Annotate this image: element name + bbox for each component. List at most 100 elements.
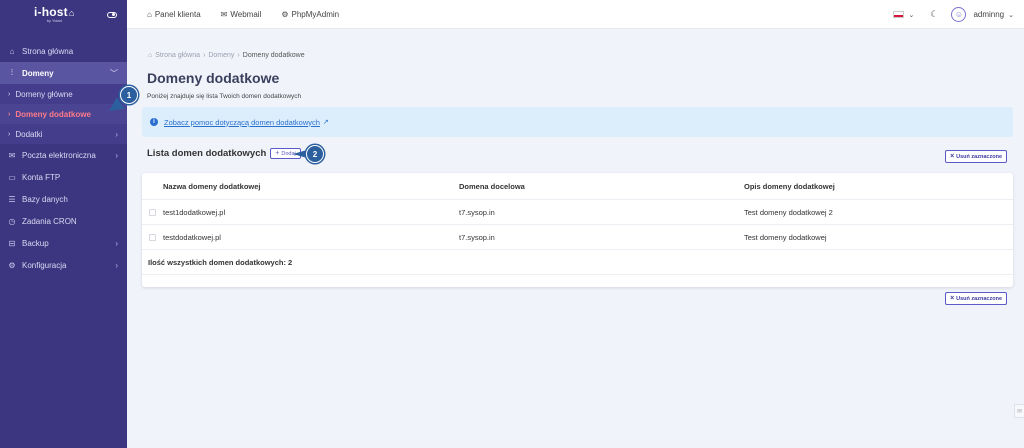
sidebar-item-configuration[interactable]: ⚙ Konfiguracja › xyxy=(0,254,127,276)
sidebar-item-label: Backup xyxy=(22,238,49,248)
delete-selected-button-top[interactable]: × Usuń zaznaczone xyxy=(945,150,1007,163)
callout-pointer xyxy=(293,150,307,158)
sidebar-toggle-icon[interactable] xyxy=(107,11,117,18)
gear-icon: ⚙ xyxy=(8,260,16,270)
sidebar-header: i-host⌂ by Yolad xyxy=(0,0,127,29)
description-cell: Test domeny dodatkowej xyxy=(744,232,827,242)
sidebar-item-label: Domeny xyxy=(22,68,54,78)
sidebar-subitem-label: Domeny dodatkowe xyxy=(15,109,91,119)
sidebar-item-label: Konta FTP xyxy=(22,172,61,182)
info-icon: i xyxy=(150,118,158,126)
delete-selected-label: Usuń zaznaczone xyxy=(956,295,1002,302)
logo[interactable]: i-host⌂ by Yolad xyxy=(34,6,75,23)
external-link-icon[interactable]: ↗ xyxy=(323,118,329,126)
clock-icon: ◷ xyxy=(8,216,16,226)
domain-name-cell[interactable]: test1dodatkowej.pl xyxy=(163,208,225,217)
row-checkbox[interactable] xyxy=(149,233,156,241)
sidebar-item-databases[interactable]: ☰ Bazy danych xyxy=(0,188,127,210)
sidebar-item-domains[interactable]: ⫶ Domeny ﹀ xyxy=(0,62,127,84)
database-icon: ☰ xyxy=(8,194,16,204)
sidebar-item-label: Poczta elektroniczna xyxy=(22,150,96,160)
user-name[interactable]: adminng xyxy=(973,10,1004,19)
help-info-box: i Zobacz pomoc dotyczącą domen dodatkowy… xyxy=(142,107,1013,137)
topbar-link-label: Panel klienta xyxy=(154,9,201,19)
page-title: Domeny dodatkowe xyxy=(147,70,280,86)
chevron-down-icon[interactable]: ⌄ xyxy=(908,11,914,19)
close-icon: × xyxy=(950,153,955,160)
bullet-icon: › xyxy=(8,130,11,138)
table-row[interactable]: testdodatkowej.pl t7.sysop.in Test domen… xyxy=(142,225,1013,250)
target-domain-cell: t7.sysop.in xyxy=(459,232,495,242)
feedback-widget-icon[interactable]: ✉ xyxy=(1014,404,1024,418)
sidebar-item-email[interactable]: ✉ Poczta elektroniczna › xyxy=(0,144,127,166)
home-icon: ⌂ xyxy=(148,52,153,59)
gear-icon: ⚙ xyxy=(281,9,289,19)
domains-table: Nazwa domeny dodatkowej Domena docelowa … xyxy=(142,173,1013,287)
user-avatar-icon[interactable]: ☺ xyxy=(951,7,967,22)
sidebar: i-host⌂ by Yolad ⌂ Strona główna ⫶ Domen… xyxy=(0,0,127,448)
sidebar-item-cron[interactable]: ◷ Zadania CRON xyxy=(0,210,127,232)
home-icon: ⌂ xyxy=(9,46,15,56)
chevron-right-icon: › xyxy=(115,260,118,270)
sidebar-item-ftp[interactable]: ▭ Konta FTP xyxy=(0,166,127,188)
breadcrumb-current: Domeny dodatkowe xyxy=(242,52,305,59)
callout-marker-1: 1 xyxy=(120,86,138,104)
logo-tagline: by Yolad xyxy=(46,18,62,23)
delete-selected-label: Usuń zaznaczone xyxy=(956,153,1002,160)
domain-name-cell[interactable]: testdodatkowej.pl xyxy=(163,233,221,242)
breadcrumb-section[interactable]: Domeny xyxy=(208,52,234,59)
sidebar-item-label: Strona główna xyxy=(22,46,74,56)
bullet-icon: › xyxy=(8,110,11,118)
chevron-right-icon: › xyxy=(115,238,118,248)
sidebar-item-label: Konfiguracja xyxy=(22,260,67,270)
sidebar-subitem-main-domains[interactable]: › Domeny główne xyxy=(0,84,127,104)
table-header-row: Nazwa domeny dodatkowej Domena docelowa … xyxy=(142,173,1013,200)
chevron-right-icon: › xyxy=(115,150,118,160)
column-header-name[interactable]: Nazwa domeny dodatkowej xyxy=(163,182,261,191)
callout-marker-2: 2 xyxy=(306,145,324,163)
topbar-right: ⌄ ☾ ☺ adminng ⌄ xyxy=(893,0,1024,29)
help-link[interactable]: Zobacz pomoc dotyczącą domen dodatkowych xyxy=(164,118,320,127)
topbar-link-label: PhpMyAdmin xyxy=(291,9,340,19)
breadcrumb: ⌂ Strona główna › Domeny › Domeny dodatk… xyxy=(148,52,305,59)
bullet-icon: › xyxy=(8,90,11,98)
breadcrumb-separator: › xyxy=(237,52,240,59)
target-domain-cell: t7.sysop.in xyxy=(459,207,495,217)
bars-icon: ⫶ xyxy=(11,68,13,77)
backup-icon: ⊟ xyxy=(8,238,16,248)
table-footer-total: Ilość wszystkich domen dodatkowych: 2 xyxy=(142,250,1013,275)
sidebar-subitem-label: Dodatki xyxy=(15,129,43,139)
close-icon: × xyxy=(950,295,955,302)
topbar-link-webmail[interactable]: ✉ Webmail xyxy=(221,10,262,19)
sidebar-subitem-label: Domeny główne xyxy=(15,89,73,99)
mail-icon: ✉ xyxy=(220,9,228,19)
sidebar-item-home[interactable]: ⌂ Strona główna xyxy=(0,40,127,62)
column-header-description[interactable]: Opis domeny dodatkowej xyxy=(744,182,835,191)
description-cell: Test domeny dodatkowej 2 xyxy=(744,207,833,217)
logo-text: i-host xyxy=(34,5,68,19)
list-header: Lista domen dodatkowych + Dodaj xyxy=(147,148,301,159)
column-header-target[interactable]: Domena docelowa xyxy=(459,182,525,191)
table-row[interactable]: test1dodatkowej.pl t7.sysop.in Test dome… xyxy=(142,200,1013,225)
breadcrumb-home[interactable]: Strona główna xyxy=(155,52,200,59)
logo-hat-icon: ⌂ xyxy=(68,8,75,18)
sidebar-subitem-addons[interactable]: › Dodatki › xyxy=(0,124,127,144)
chevron-down-icon[interactable]: ⌄ xyxy=(1008,11,1014,19)
sidebar-item-label: Zadania CRON xyxy=(22,216,77,226)
poland-flag-icon[interactable] xyxy=(893,11,905,18)
sidebar-item-label: Bazy danych xyxy=(22,194,68,204)
topbar-link-phpmyadmin[interactable]: ⚙ PhpMyAdmin xyxy=(281,10,339,19)
delete-selected-button-bottom[interactable]: × Usuń zaznaczone xyxy=(945,292,1007,305)
folder-icon: ▭ xyxy=(8,172,16,182)
dark-mode-moon-icon[interactable]: ☾ xyxy=(930,9,938,20)
chevron-down-icon: ﹀ xyxy=(110,68,118,78)
row-checkbox[interactable] xyxy=(149,208,156,216)
topbar-link-client-panel[interactable]: ⌂ Panel klienta xyxy=(147,10,201,19)
mail-icon: ✉ xyxy=(8,150,16,160)
main-content: ⌂ Strona główna › Domeny › Domeny dodatk… xyxy=(127,29,1024,448)
home-icon: ⌂ xyxy=(147,9,152,19)
sidebar-nav: ⌂ Strona główna ⫶ Domeny ﹀ › Domeny głów… xyxy=(0,40,127,276)
sidebar-item-backup[interactable]: ⊟ Backup › xyxy=(0,232,127,254)
topbar-link-label: Webmail xyxy=(230,9,262,19)
page-subtitle: Poniżej znajduje się lista Twoich domen … xyxy=(147,93,302,100)
